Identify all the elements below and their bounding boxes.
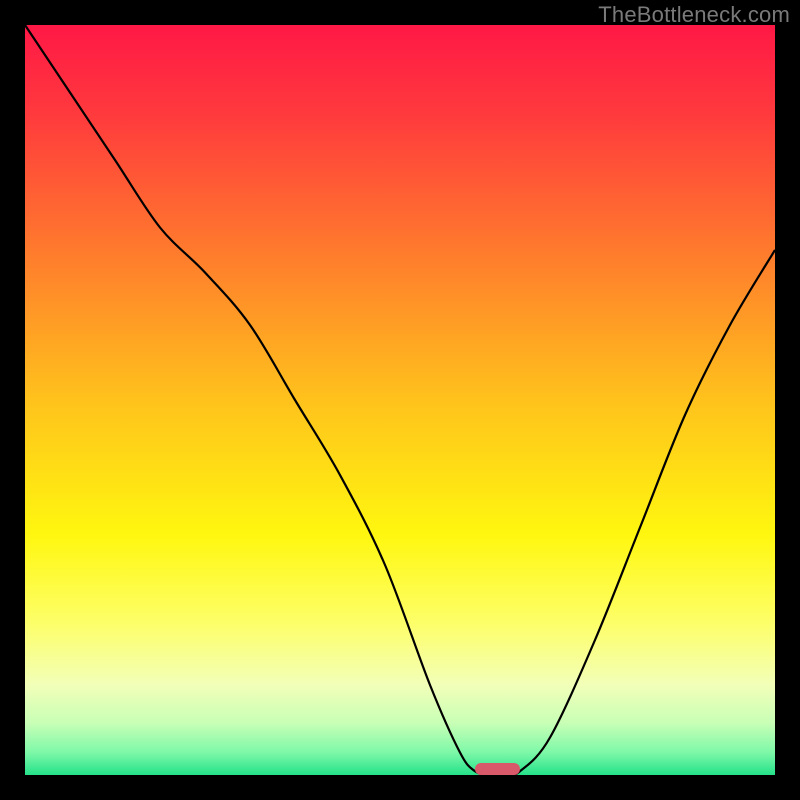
watermark-text: TheBottleneck.com (598, 2, 790, 28)
bottleneck-curve (25, 25, 775, 775)
optimal-marker (475, 763, 520, 775)
chart-frame: TheBottleneck.com (0, 0, 800, 800)
plot-area (25, 25, 775, 775)
